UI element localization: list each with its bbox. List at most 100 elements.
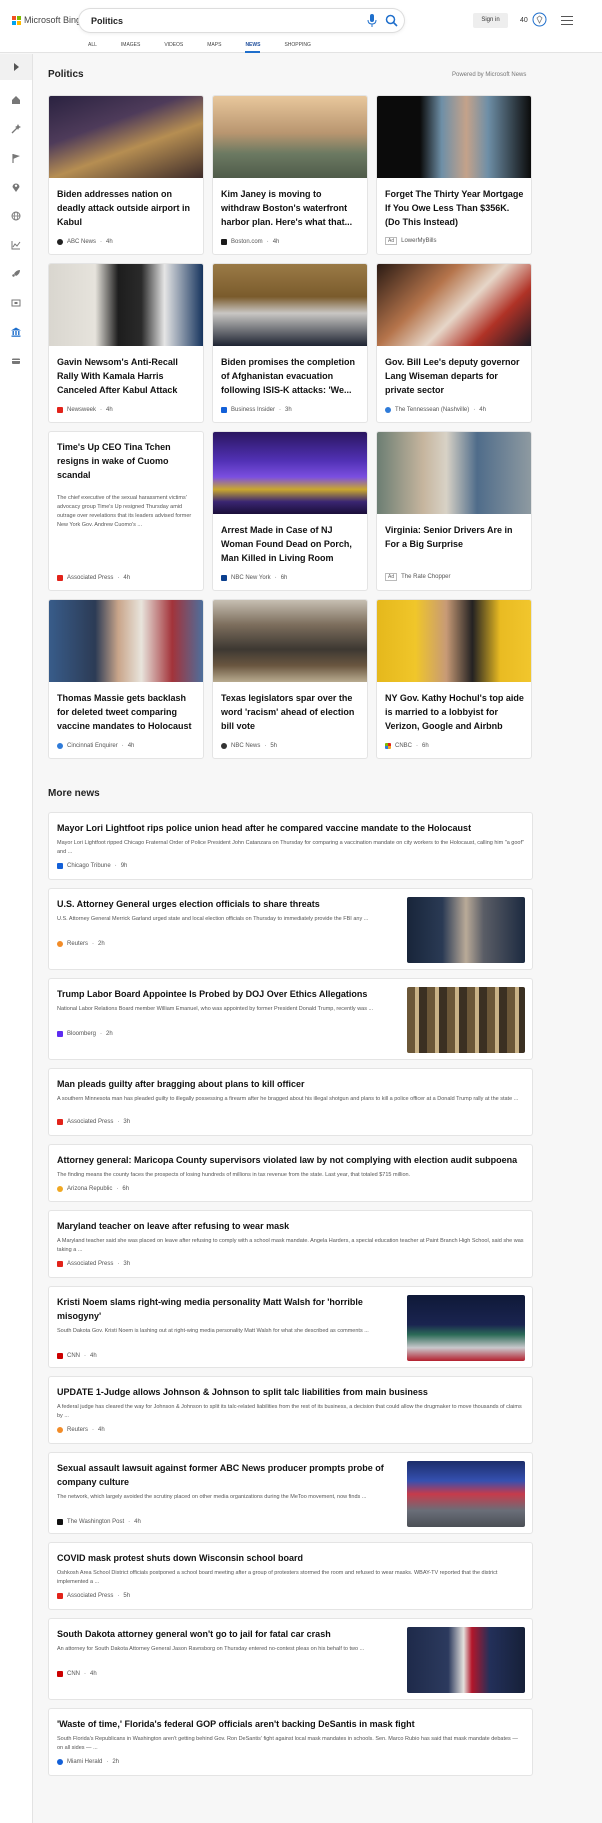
news-item-source: Associated Press · 3h [57,1119,130,1125]
news-item-title[interactable]: Trump Labor Board Appointee Is Probed by… [57,987,397,1001]
news-item-title[interactable]: Man pleads guilty after bragging about p… [57,1077,525,1091]
home-icon[interactable] [9,93,23,107]
news-item-title[interactable]: U.S. Attorney General urges election off… [57,897,397,911]
boston-com-icon [221,239,227,245]
flag-icon[interactable] [9,151,23,165]
ad-card[interactable]: Forget The Thirty Year Mortgage If You O… [376,95,532,255]
news-card-image [213,96,367,178]
news-item-title[interactable]: 'Waste of time,' Florida's federal GOP o… [57,1717,525,1731]
film-icon[interactable] [9,296,23,310]
rewards-points[interactable]: 40 [520,17,528,24]
news-list-item[interactable]: Mayor Lori Lightfoot rips police union h… [48,812,533,880]
ad-card-title[interactable]: Forget The Thirty Year Mortgage If You O… [385,187,525,229]
news-card-title[interactable]: Time's Up CEO Tina Tchen resigns in wake… [57,440,197,482]
chart-icon[interactable] [9,238,23,252]
news-card[interactable]: Gov. Bill Lee's deputy governor Lang Wis… [376,263,532,423]
globe-icon[interactable] [9,209,23,223]
news-item-title[interactable]: Attorney general: Maricopa County superv… [57,1153,525,1167]
news-item-title[interactable]: Mayor Lori Lightfoot rips police union h… [57,821,525,835]
associated-press-icon [57,1261,63,1267]
news-list-item[interactable]: South Dakota attorney general won't go t… [48,1618,533,1700]
miami-herald-icon [57,1759,63,1765]
news-card[interactable]: NY Gov. Kathy Hochul's top aide is marri… [376,599,532,759]
news-card-image [377,264,531,346]
news-card[interactable]: Biden promises the completion of Afghani… [212,263,368,423]
news-item-description: The network, which largely avoided the s… [57,1494,367,1500]
search-icon[interactable] [385,14,398,27]
news-card[interactable]: Time's Up CEO Tina Tchen resigns in wake… [48,431,204,591]
tab-all[interactable]: ALL [88,42,97,53]
location-pin-icon[interactable] [9,180,23,194]
ad-badge: Ad [385,237,398,245]
news-card-title[interactable]: Arrest Made in Case of NJ Woman Found De… [221,523,361,565]
news-item-title[interactable]: UPDATE 1-Judge allows Johnson & Johnson … [57,1385,525,1399]
news-card[interactable]: Kim Janey is moving to withdraw Boston's… [212,95,368,255]
news-item-description: Mayor Lori Lightfoot ripped Chicago Frat… [57,840,524,855]
news-list-item[interactable]: Man pleads guilty after bragging about p… [48,1068,533,1136]
rewards-icon[interactable] [532,12,547,27]
news-card-title[interactable]: Thomas Massie gets backlash for deleted … [57,691,197,733]
tab-videos[interactable]: VIDEOS [164,42,183,53]
news-card-source: NBC News · 5h [221,743,277,749]
news-list-item[interactable]: Sexual assault lawsuit against former AB… [48,1452,533,1534]
news-list-item[interactable]: Trump Labor Board Appointee Is Probed by… [48,978,533,1060]
news-item-title[interactable]: COVID mask protest shuts down Wisconsin … [57,1551,525,1565]
news-card-title[interactable]: Biden promises the completion of Afghani… [221,355,361,397]
news-card-image [213,432,367,514]
news-card[interactable]: Thomas Massie gets backlash for deleted … [48,599,204,759]
microsoft-logo-icon [12,15,21,25]
news-card-image [49,96,203,178]
news-list-item[interactable]: Kristi Noem slams right-wing media perso… [48,1286,533,1368]
news-item-title[interactable]: Kristi Noem slams right-wing media perso… [57,1295,397,1323]
tab-maps[interactable]: MAPS [207,42,221,53]
news-card[interactable]: Texas legislators spar over the word 'ra… [212,599,368,759]
news-list-item[interactable]: UPDATE 1-Judge allows Johnson & Johnson … [48,1376,533,1444]
ad-card-image [377,432,531,514]
bing-logo[interactable]: Microsoft Bing [12,15,81,25]
news-item-image [407,897,525,963]
news-card-title[interactable]: Biden addresses nation on deadly attack … [57,187,197,229]
news-list-item[interactable]: Maryland teacher on leave after refusing… [48,1210,533,1278]
news-list-item[interactable]: U.S. Attorney General urges election off… [48,888,533,970]
news-item-source: Reuters · 2h [57,941,105,947]
news-item-title[interactable]: Maryland teacher on leave after refusing… [57,1219,525,1233]
search-input[interactable] [91,13,331,28]
news-card-title[interactable]: Texas legislators spar over the word 'ra… [221,691,361,733]
microphone-icon[interactable] [366,14,378,27]
ad-card-title[interactable]: Virginia: Senior Drivers Are in For a Bi… [385,523,525,551]
news-list-item[interactable]: COVID mask protest shuts down Wisconsin … [48,1542,533,1610]
politics-building-icon[interactable] [9,325,23,339]
abc-news-icon [57,239,63,245]
ad-card[interactable]: Virginia: Senior Drivers Are in For a Bi… [376,431,532,591]
news-card[interactable]: Biden addresses nation on deadly attack … [48,95,204,255]
news-item-image [407,1461,525,1527]
rocket-icon[interactable] [9,267,23,281]
news-card[interactable]: Gavin Newsom's Anti-Recall Rally With Ka… [48,263,204,423]
tab-news[interactable]: NEWS [245,42,261,53]
news-card-image [377,600,531,682]
search-box[interactable] [79,9,404,32]
cnbc-icon [385,743,391,749]
news-card-image [213,600,367,682]
news-card-title[interactable]: Kim Janey is moving to withdraw Boston's… [221,187,361,229]
news-card[interactable]: Arrest Made in Case of NJ Woman Found De… [212,431,368,591]
expand-arrow-icon[interactable] [9,60,23,74]
news-item-description: An attorney for South Dakota Attorney Ge… [57,1646,365,1652]
hamburger-menu-icon[interactable] [561,16,573,26]
news-card-title[interactable]: Gov. Bill Lee's deputy governor Lang Wis… [385,355,525,397]
news-card-source: NBC New York · 6h [221,575,287,581]
news-list-item[interactable]: 'Waste of time,' Florida's federal GOP o… [48,1708,533,1776]
tab-shopping[interactable]: SHOPPING [284,42,310,53]
tab-images[interactable]: IMAGES [121,42,140,53]
arizona-republic-icon [57,1186,63,1192]
sign-in-button[interactable]: Sign in [473,13,508,28]
card-icon[interactable] [9,354,23,368]
news-card-title[interactable]: NY Gov. Kathy Hochul's top aide is marri… [385,691,525,733]
news-item-title[interactable]: South Dakota attorney general won't go t… [57,1627,397,1641]
news-item-title[interactable]: Sexual assault lawsuit against former AB… [57,1461,397,1489]
news-item-source: Bloomberg · 2h [57,1031,113,1037]
magic-wand-icon[interactable] [9,122,23,136]
news-list-item[interactable]: Attorney general: Maricopa County superv… [48,1144,533,1202]
news-card-source: Boston.com · 4h [221,239,279,245]
news-card-title[interactable]: Gavin Newsom's Anti-Recall Rally With Ka… [57,355,197,397]
